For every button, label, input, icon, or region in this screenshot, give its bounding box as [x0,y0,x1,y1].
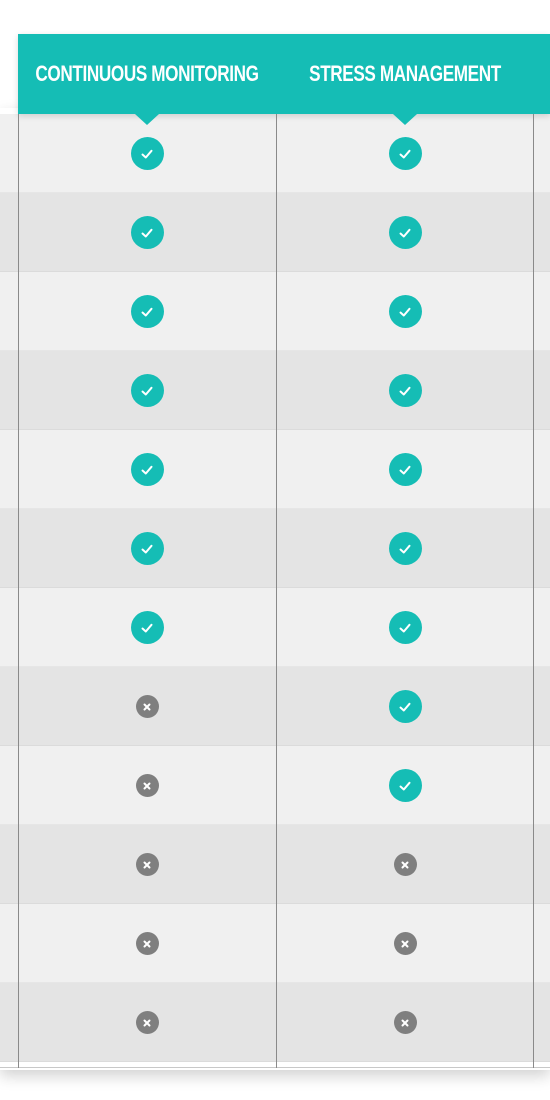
check-circle-icon [130,532,164,565]
column-divider [276,114,277,1068]
x-circle-icon [135,1011,159,1034]
table-cell [18,588,276,667]
header-pointer [393,114,417,125]
table-cell [276,983,534,1062]
table-cell [276,193,534,272]
table-cell [276,904,534,983]
table-cell [18,825,276,904]
table-cell [276,272,534,351]
table-cell [276,667,534,746]
check-circle-icon [130,295,164,328]
check-circle-icon [130,611,164,644]
check-circle-icon [388,453,422,486]
table-cell [276,746,534,825]
table-cell [276,430,534,509]
x-circle-icon [135,774,159,797]
table-row [0,114,550,193]
check-circle-icon [388,611,422,644]
table-cell [276,351,534,430]
table-cell [18,667,276,746]
column-header-continuous-monitoring: CONTINUOUS MONITORING [35,61,259,86]
x-circle-icon [393,853,417,876]
table-row [0,904,550,983]
table-cell [18,114,276,193]
column-divider [533,114,534,1068]
table-header: CONTINUOUS MONITORING STRESS MANAGEMENT [18,34,550,114]
table-cell [18,430,276,509]
table-row [0,193,550,272]
column-divider [18,114,19,1068]
x-circle-icon [135,932,159,955]
table-row [0,667,550,746]
check-circle-icon [130,216,164,249]
x-circle-icon [393,1011,417,1034]
check-circle-icon [130,453,164,486]
column-header-stress-management: STRESS MANAGEMENT [309,61,501,86]
table-cell [276,588,534,667]
check-circle-icon [388,532,422,565]
table-row [0,983,550,1062]
table-row [0,272,550,351]
table-row [0,509,550,588]
header-pointer [135,114,159,125]
check-circle-icon [130,137,164,170]
x-circle-icon [393,932,417,955]
table-cell [276,825,534,904]
table-row [0,351,550,430]
x-circle-icon [135,853,159,876]
table-cell [276,509,534,588]
table-cell [276,114,534,193]
x-circle-icon [135,695,159,718]
check-circle-icon [388,690,422,723]
table-row [0,430,550,509]
check-circle-icon [388,295,422,328]
check-circle-icon [388,374,422,407]
table-row [0,825,550,904]
table-cell [18,509,276,588]
table-body [0,114,550,1062]
table-cell [18,193,276,272]
table-cell [18,351,276,430]
table-cell [18,746,276,825]
check-circle-icon [388,769,422,802]
table-cell [18,983,276,1062]
check-circle-icon [388,216,422,249]
check-circle-icon [130,374,164,407]
comparison-table: CONTINUOUS MONITORING STRESS MANAGEMENT [0,0,550,1100]
table-bottom-edge [0,1067,550,1068]
table-cell [18,272,276,351]
table-row [0,588,550,667]
table-row [0,746,550,825]
table-cell [18,904,276,983]
check-circle-icon [388,137,422,170]
